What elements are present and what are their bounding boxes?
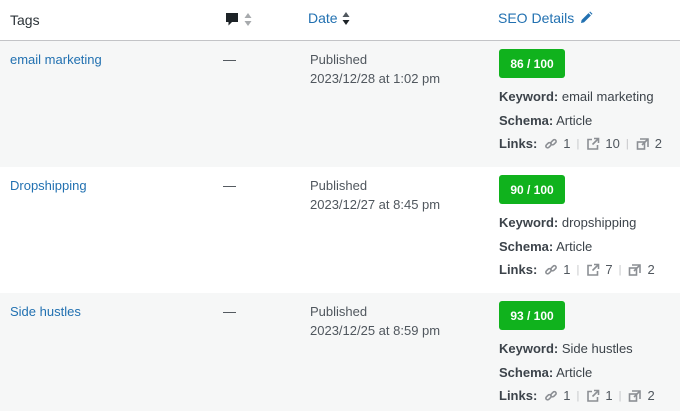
incoming-link-icon	[628, 389, 642, 403]
comments-count: —	[223, 304, 236, 319]
comment-icon	[226, 13, 238, 26]
schema-value: Article	[556, 365, 593, 380]
internal-link-icon	[544, 263, 558, 277]
incoming-links-count: 2	[654, 136, 662, 151]
keyword-value: email marketing	[561, 89, 654, 104]
separator: |	[625, 137, 629, 150]
internal-links-count: 1	[563, 136, 571, 151]
incoming-link-icon	[636, 137, 650, 151]
external-link-icon	[586, 263, 600, 277]
incoming-links-count: 2	[647, 388, 655, 403]
post-date: 2023/12/27 at 8:45 pm	[310, 197, 441, 212]
table-row: email marketing — Published 2023/12/28 a…	[0, 41, 680, 167]
tag-link[interactable]: email marketing	[10, 52, 102, 67]
links-summary: Links: 1 | 7 | 2	[499, 262, 655, 277]
incoming-links-count: 2	[647, 262, 655, 277]
separator: |	[618, 263, 622, 276]
focus-keyword: Keyword: Side hustles	[499, 341, 633, 356]
internal-links-count: 1	[563, 388, 571, 403]
keyword-label: Keyword:	[499, 341, 559, 356]
post-date: 2023/12/25 at 8:59 pm	[310, 323, 441, 338]
table-row: Side hustles — Published 2023/12/25 at 8…	[0, 293, 680, 411]
table-row: Dropshipping — Published 2023/12/27 at 8…	[0, 167, 680, 293]
posts-table: Tags Date SEO Details email marketing — …	[0, 0, 680, 411]
focus-keyword: Keyword: email marketing	[499, 89, 654, 104]
schema-label: Schema:	[499, 113, 554, 128]
date-column-header[interactable]: Date	[308, 10, 350, 26]
comments-count: —	[223, 52, 236, 67]
external-link-icon	[586, 137, 600, 151]
post-date: 2023/12/28 at 1:02 pm	[310, 71, 441, 86]
sort-arrows-icon	[244, 13, 252, 26]
external-links-count: 1	[605, 388, 613, 403]
internal-links-count: 1	[563, 262, 571, 277]
schema-type: Schema: Article	[499, 239, 592, 254]
pencil-icon[interactable]	[579, 11, 593, 25]
post-status: Published	[310, 178, 368, 193]
separator: |	[618, 389, 622, 402]
links-summary: Links: 1 | 10 | 2	[499, 136, 662, 151]
incoming-link-icon	[628, 263, 642, 277]
links-label: Links:	[499, 388, 538, 403]
keyword-label: Keyword:	[499, 215, 559, 230]
focus-keyword: Keyword: dropshipping	[499, 215, 636, 230]
separator: |	[576, 263, 580, 276]
tags-column-header: Tags	[10, 12, 40, 28]
tag-link[interactable]: Dropshipping	[10, 178, 87, 193]
schema-type: Schema: Article	[499, 113, 592, 128]
seo-score-badge: 86 / 100	[499, 49, 565, 78]
external-links-count: 10	[605, 136, 620, 151]
internal-link-icon	[544, 389, 558, 403]
post-status: Published	[310, 52, 368, 67]
internal-link-icon	[544, 137, 558, 151]
seo-score-badge: 93 / 100	[499, 301, 565, 330]
table-header: Tags Date SEO Details	[0, 0, 680, 41]
links-label: Links:	[499, 262, 538, 277]
seo-details-column-header[interactable]: SEO Details	[498, 10, 593, 26]
schema-label: Schema:	[499, 365, 554, 380]
comments-count: —	[223, 178, 236, 193]
post-status: Published	[310, 304, 368, 319]
schema-value: Article	[556, 239, 593, 254]
external-link-icon	[586, 389, 600, 403]
external-links-count: 7	[605, 262, 613, 277]
seo-score-badge: 90 / 100	[499, 175, 565, 204]
schema-label: Schema:	[499, 239, 554, 254]
tag-link[interactable]: Side hustles	[10, 304, 81, 319]
seo-details-link[interactable]: SEO Details	[498, 10, 574, 26]
comments-column-header[interactable]	[225, 12, 252, 27]
schema-value: Article	[556, 113, 593, 128]
keyword-value: Side hustles	[561, 341, 633, 356]
links-summary: Links: 1 | 1 | 2	[499, 388, 655, 403]
date-sort-link[interactable]: Date	[308, 10, 338, 26]
keyword-value: dropshipping	[561, 215, 637, 230]
separator: |	[576, 389, 580, 402]
schema-type: Schema: Article	[499, 365, 592, 380]
sort-arrows-icon	[342, 11, 350, 25]
keyword-label: Keyword:	[499, 89, 559, 104]
separator: |	[576, 137, 580, 150]
links-label: Links:	[499, 136, 538, 151]
